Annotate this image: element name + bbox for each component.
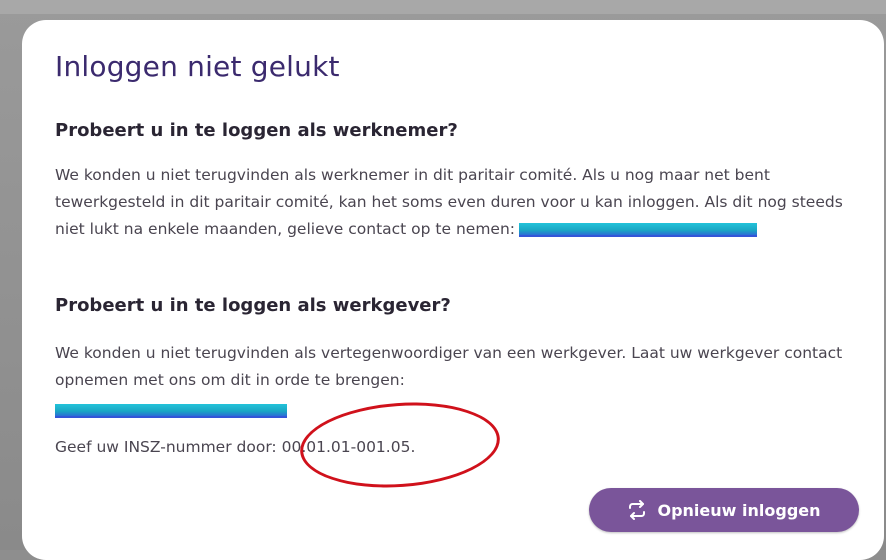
backdrop-top-strip <box>0 0 886 14</box>
refresh-icon <box>627 500 647 520</box>
employer-message-text: We konden u niet terugvinden als vertege… <box>55 344 843 389</box>
employee-message: We konden u niet terugvinden als werknem… <box>55 162 860 243</box>
employee-heading: Probeert u in te loggen als werknemer? <box>55 120 458 141</box>
retry-login-button[interactable]: Opnieuw inloggen <box>589 488 859 532</box>
insz-label: Geef uw INSZ-nummer door: <box>55 438 277 456</box>
dialog-title: Inloggen niet gelukt <box>55 50 340 83</box>
login-failed-dialog: Inloggen niet gelukt Probeert u in te lo… <box>22 20 884 560</box>
employee-contact-email-link-redacted[interactable] <box>519 222 758 237</box>
retry-login-label: Opnieuw inloggen <box>657 500 821 520</box>
employer-contact-email-link-redacted[interactable] <box>55 403 287 418</box>
employer-heading: Probeert u in te loggen als werkgever? <box>55 295 451 316</box>
